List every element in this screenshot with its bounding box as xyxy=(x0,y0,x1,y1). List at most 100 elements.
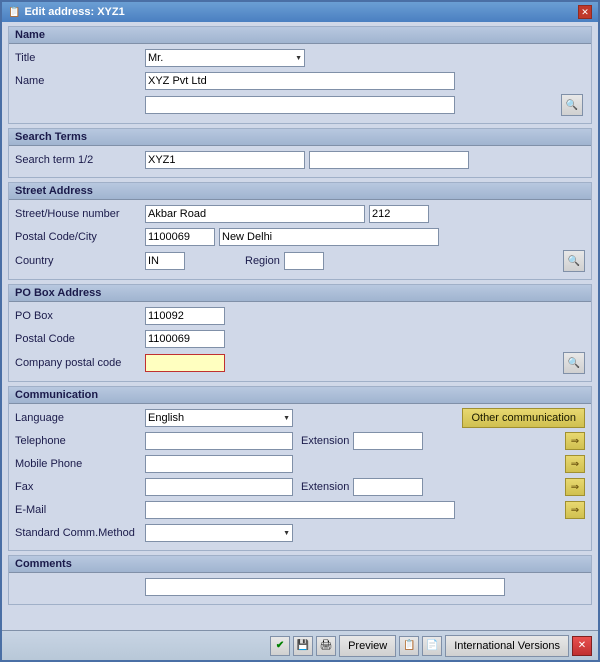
name-section-body: Title Mr. Name 🔍 xyxy=(9,44,591,123)
printer-icon: 🖨 xyxy=(320,640,333,651)
title-select[interactable]: Mr. xyxy=(145,49,305,67)
close-button[interactable]: ✕ xyxy=(572,636,592,656)
copy-button[interactable]: 📋 xyxy=(399,636,419,656)
bottom-toolbar: ✔ 💾 🖨 Preview 📋 📄 International Versions… xyxy=(2,630,598,660)
search-term-row: Search term 1/2 xyxy=(15,150,585,170)
search-term2-input[interactable] xyxy=(309,151,469,169)
po-box-header: PO Box Address xyxy=(9,285,591,302)
postal-city-row: Postal Code/City xyxy=(15,227,585,247)
name-search-button[interactable]: 🔍 xyxy=(561,94,583,116)
language-row: Language English Other communication xyxy=(15,408,585,428)
international-versions-button[interactable]: International Versions xyxy=(445,635,569,657)
street-row: Street/House number xyxy=(15,204,585,224)
telephone-input[interactable] xyxy=(145,432,293,450)
name2-row: 🔍 xyxy=(15,94,585,116)
print-button[interactable]: 🖨 xyxy=(316,636,336,656)
po-search-button[interactable]: 🔍 xyxy=(563,352,585,374)
communication-section: Communication Language English Other com… xyxy=(8,386,592,551)
telephone-arrow-button[interactable]: ⇒ xyxy=(565,432,585,450)
preview-button[interactable]: Preview xyxy=(339,635,396,657)
std-comm-select[interactable] xyxy=(145,524,293,542)
fax-arrow-button[interactable]: ⇒ xyxy=(565,478,585,496)
language-label: Language xyxy=(15,412,145,424)
std-comm-label: Standard Comm.Method xyxy=(15,527,145,539)
std-comm-row: Standard Comm.Method xyxy=(15,523,585,543)
comments-section: Comments xyxy=(8,555,592,605)
postal-city-label: Postal Code/City xyxy=(15,231,145,243)
communication-header: Communication xyxy=(9,387,591,404)
comments-row xyxy=(15,577,585,597)
email-arrow-button[interactable]: ⇒ xyxy=(565,501,585,519)
search-terms-header: Search Terms xyxy=(9,129,591,146)
company-postal-input[interactable] xyxy=(145,354,225,372)
paste-button[interactable]: 📄 xyxy=(422,636,442,656)
save-icon: 💾 xyxy=(297,640,309,651)
po-box-section: PO Box Address PO Box Postal Code Compan… xyxy=(8,284,592,382)
postal-code-input[interactable] xyxy=(145,228,215,246)
search-term-label: Search term 1/2 xyxy=(15,154,145,166)
email-label: E-Mail xyxy=(15,504,145,516)
city-input[interactable] xyxy=(219,228,439,246)
region-input[interactable] xyxy=(284,252,324,270)
company-postal-label: Company postal code xyxy=(15,357,145,369)
title-row: Title Mr. xyxy=(15,48,585,68)
company-postal-row: Company postal code 🔍 xyxy=(15,352,585,374)
name-section: Name Title Mr. Name xyxy=(8,26,592,124)
search-term1-input[interactable] xyxy=(145,151,305,169)
save-button[interactable]: 💾 xyxy=(293,636,313,656)
content-area: Name Title Mr. Name xyxy=(2,22,598,630)
language-select-wrapper: English xyxy=(145,409,293,427)
po-box-row: PO Box xyxy=(15,306,585,326)
mobile-row: Mobile Phone ⇒ xyxy=(15,454,585,474)
fax-input[interactable] xyxy=(145,478,293,496)
house-number-input[interactable] xyxy=(369,205,429,223)
name-row: Name xyxy=(15,71,585,91)
fax-label: Fax xyxy=(15,481,145,493)
communication-body: Language English Other communication Tel… xyxy=(9,404,591,550)
search-inputs xyxy=(145,151,469,169)
street-body: Street/House number Postal Code/City Cou… xyxy=(9,200,591,279)
email-row: E-Mail ⇒ xyxy=(15,500,585,520)
search-terms-section: Search Terms Search term 1/2 xyxy=(8,128,592,178)
title-select-wrapper: Mr. xyxy=(145,49,305,67)
name-input[interactable] xyxy=(145,72,455,90)
country-row: Country Region 🔍 xyxy=(15,250,585,272)
mobile-label: Mobile Phone xyxy=(15,458,145,470)
window-close-button[interactable]: ✕ xyxy=(578,5,592,19)
country-input[interactable] xyxy=(145,252,185,270)
po-box-label: PO Box xyxy=(15,310,145,322)
title-bar: 📋 Edit address: XYZ1 ✕ xyxy=(2,2,598,22)
street-search-button[interactable]: 🔍 xyxy=(563,250,585,272)
telephone-ext-label: Extension xyxy=(301,435,349,447)
mobile-input[interactable] xyxy=(145,455,293,473)
po-postal-row: Postal Code xyxy=(15,329,585,349)
fax-row: Fax Extension ⇒ xyxy=(15,477,585,497)
street-input[interactable] xyxy=(145,205,365,223)
name2-input[interactable] xyxy=(145,96,455,114)
comments-input[interactable] xyxy=(145,578,505,596)
check-button[interactable]: ✔ xyxy=(270,636,290,656)
std-comm-select-wrapper xyxy=(145,524,293,542)
comments-body xyxy=(9,573,591,604)
po-postal-label: Postal Code xyxy=(15,333,145,345)
telephone-ext-input[interactable] xyxy=(353,432,423,450)
other-communication-button[interactable]: Other communication xyxy=(462,408,585,428)
po-box-input[interactable] xyxy=(145,307,225,325)
country-label: Country xyxy=(15,255,145,267)
comments-header: Comments xyxy=(9,556,591,573)
po-box-body: PO Box Postal Code Company postal code 🔍 xyxy=(9,302,591,381)
telephone-label: Telephone xyxy=(15,435,145,447)
fax-ext-input[interactable] xyxy=(353,478,423,496)
mobile-arrow-button[interactable]: ⇒ xyxy=(565,455,585,473)
po-postal-input[interactable] xyxy=(145,330,225,348)
edit-address-window: 📋 Edit address: XYZ1 ✕ Name Title Mr. Na… xyxy=(0,0,600,662)
region-label: Region xyxy=(245,255,280,267)
street-address-section: Street Address Street/House number Posta… xyxy=(8,182,592,280)
paste-icon: 📄 xyxy=(426,640,438,651)
telephone-row: Telephone Extension ⇒ xyxy=(15,431,585,451)
check-icon: ✔ xyxy=(276,640,284,651)
email-input[interactable] xyxy=(145,501,455,519)
language-select[interactable]: English xyxy=(145,409,293,427)
copy-icon: 📋 xyxy=(403,640,415,651)
window-title: Edit address: XYZ1 xyxy=(24,6,124,18)
